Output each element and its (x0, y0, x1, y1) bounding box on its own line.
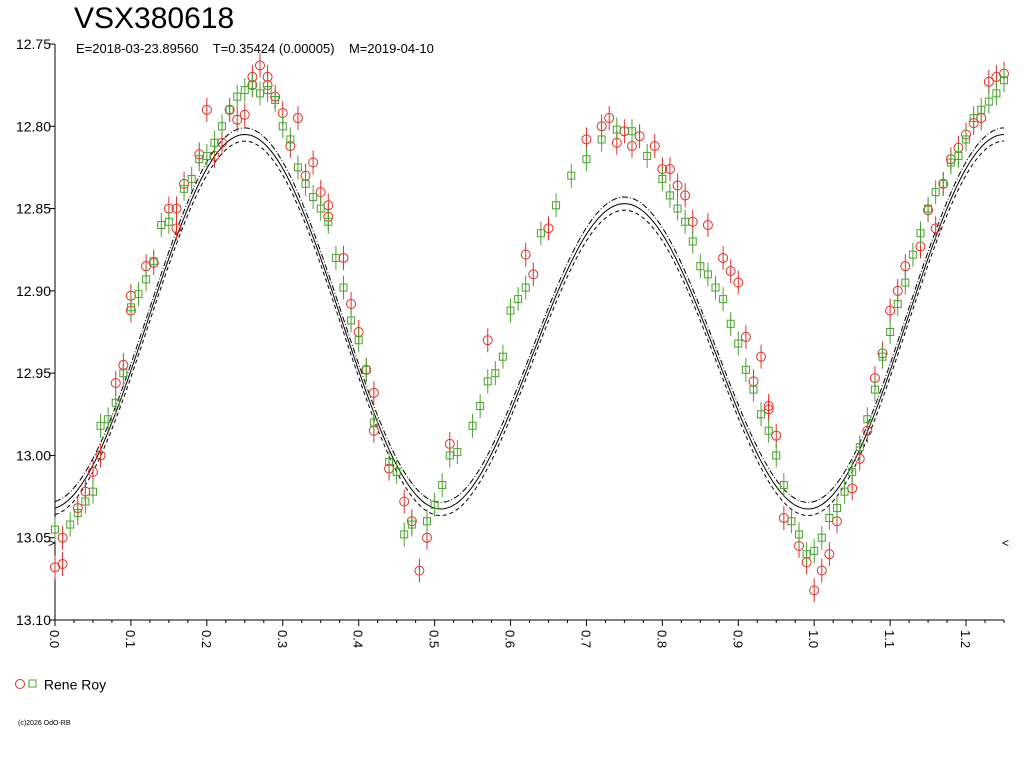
y-tick-label: 12.75 (16, 36, 51, 52)
legend-observer-label: Rene Roy (43, 676, 107, 693)
fit-curve-upper (54, 140, 1005, 516)
x-tick-label: 1.0 (806, 630, 821, 648)
y-tick-label: 12.95 (16, 365, 51, 381)
y-tick-label: 13.05 (16, 530, 51, 546)
data-points (50, 53, 1009, 603)
x-tick-label: 0.8 (654, 630, 669, 648)
y-tick-label: 13.10 (16, 612, 51, 628)
x-tick-label: 0.9 (730, 630, 745, 648)
x-tick-label: 0.0 (47, 630, 62, 648)
y-tick-label: 12.80 (16, 118, 51, 134)
right-marker: < (1002, 536, 1010, 550)
x-tick-label: 1.1 (882, 630, 897, 648)
x-tick-label: 0.6 (503, 630, 518, 648)
plot-axes: 12.75 12.80 12.85 12.90 12.95 13.00 13.05 13.10… (16, 36, 1005, 648)
legend-circle-symbol (15, 679, 25, 690)
left-marker: > (48, 536, 56, 550)
x-tick-label: 1.2 (958, 630, 973, 648)
y-tick-label: 13.00 (16, 447, 51, 463)
x-tick-label: 0.4 (351, 630, 366, 648)
x-tick-label: 0.3 (275, 630, 290, 648)
copyright-notice: (c)2026 OdO-RB (18, 720, 71, 727)
x-tick-label: 0.7 (578, 630, 593, 648)
x-tick-label: 0.5 (427, 630, 442, 648)
x-tick-label: 0.2 (199, 630, 214, 648)
legend-symbols (15, 679, 37, 690)
legend: Rene Roy (14, 675, 106, 692)
fit-curves (54, 127, 1005, 516)
light-curve-chart: 12.75 12.80 12.85 12.90 12.95 13.00 13.05 13.10… (16, 36, 1009, 648)
x-tick-label: 0.1 (123, 630, 138, 648)
y-tick-label: 12.85 (16, 201, 51, 217)
y-tick-label: 12.90 (16, 283, 51, 299)
legend-square-symbol (28, 679, 37, 688)
